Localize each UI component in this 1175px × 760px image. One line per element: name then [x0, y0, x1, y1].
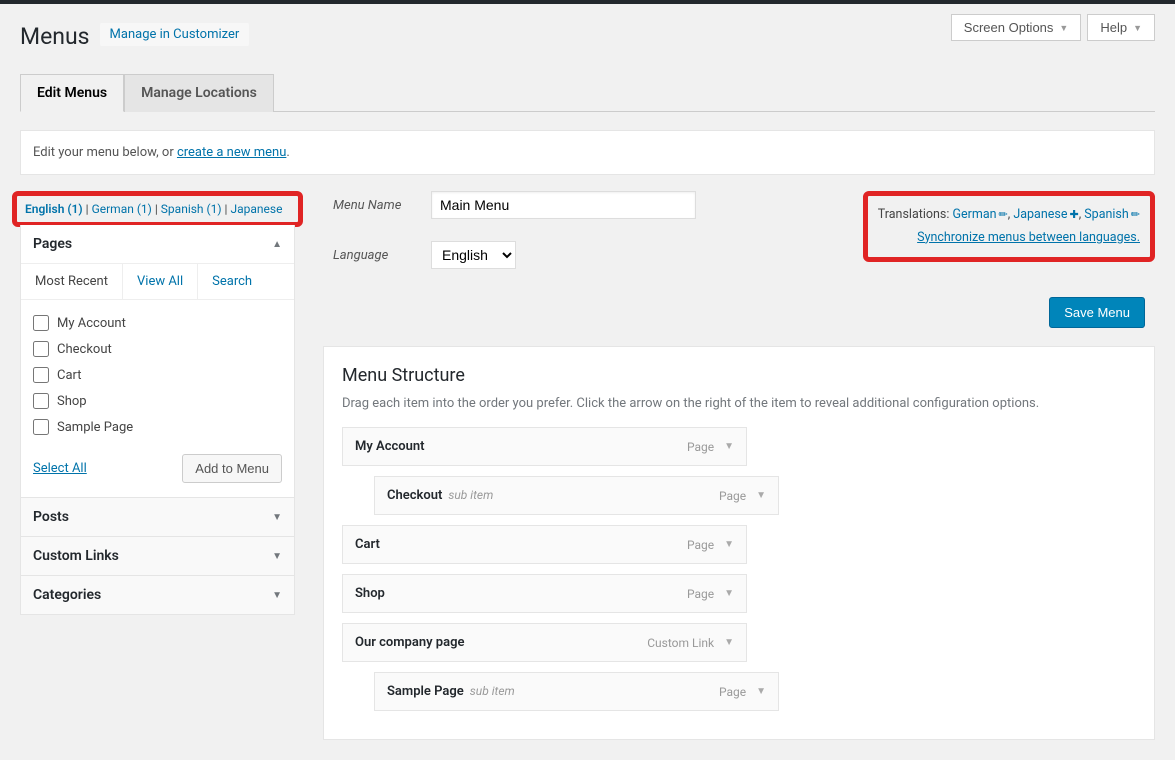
list-item: Checkout — [33, 336, 282, 362]
page-checkbox[interactable] — [33, 341, 49, 357]
manage-menus-notice: Edit your menu below, or create a new me… — [20, 130, 1155, 175]
accordion-pages-label: Pages — [33, 236, 72, 252]
page-checkbox[interactable] — [33, 393, 49, 409]
chevron-down-icon: ▼ — [1059, 23, 1068, 33]
plus-icon: ✚ — [1069, 205, 1078, 225]
menu-name-input[interactable] — [431, 191, 696, 219]
menu-item-label: Shop — [355, 586, 385, 601]
nav-tabs: Edit Menus Manage Locations — [20, 74, 1155, 112]
page-title: Menus — [20, 14, 90, 54]
pencil-icon: ✏ — [999, 205, 1008, 225]
chevron-down-icon: ▼ — [1133, 23, 1142, 33]
menu-settings-bar: Menu Name Translations: German✏, Japanes… — [323, 191, 1155, 342]
accordion-categories-header[interactable]: Categories ▼ — [21, 575, 294, 614]
pages-tab-view-all[interactable]: View All — [123, 264, 198, 299]
chevron-down-icon[interactable]: ▼ — [724, 588, 734, 599]
add-to-menu-button[interactable]: Add to Menu — [182, 454, 282, 483]
chevron-down-icon[interactable]: ▼ — [724, 539, 734, 550]
list-item: My Account — [33, 310, 282, 336]
menu-structure-desc: Drag each item into the order you prefer… — [342, 396, 1136, 411]
list-item: Cart — [33, 362, 282, 388]
page-item-label: Cart — [57, 368, 82, 383]
accordion-custom-links-label: Custom Links — [33, 548, 119, 564]
sub-item-tag: sub item — [448, 488, 493, 502]
tab-manage-locations[interactable]: Manage Locations — [124, 74, 274, 112]
accordion-pages-header[interactable]: Pages ▲ — [21, 225, 294, 263]
page-item-label: Sample Page — [57, 420, 133, 435]
translation-japanese-link[interactable]: Japanese✚ — [1013, 207, 1078, 222]
chevron-up-icon: ▲ — [272, 239, 282, 250]
language-label: Language — [333, 248, 413, 263]
select-all-link[interactable]: Select All — [33, 461, 87, 476]
lang-german[interactable]: German (1) — [92, 202, 152, 216]
chevron-down-icon[interactable]: ▼ — [724, 637, 734, 648]
menu-item-type: Page — [719, 685, 746, 699]
page-header: Menus Manage in Customizer Screen Option… — [20, 14, 1155, 54]
menu-item-label: My Account — [355, 439, 425, 454]
accordion-categories-label: Categories — [33, 587, 101, 603]
menu-item-label: Our company page — [355, 635, 464, 650]
pages-list: My Account Checkout Cart Shop Sample Pag… — [33, 310, 282, 440]
language-select[interactable]: English — [431, 241, 516, 269]
menu-item[interactable]: Cart Page ▼ — [342, 525, 747, 564]
translation-german-link[interactable]: German✏ — [953, 207, 1008, 222]
page-item-label: Shop — [57, 394, 87, 409]
menu-item-label: Checkoutsub item — [387, 488, 493, 503]
menu-item-type: Page — [719, 489, 746, 503]
menu-item[interactable]: Our company page Custom Link ▼ — [342, 623, 747, 662]
menu-item[interactable]: Checkoutsub item Page ▼ — [374, 476, 779, 515]
menu-structure-title: Menu Structure — [342, 365, 1136, 386]
notice-suffix: . — [286, 145, 289, 160]
menu-item-type: Page — [687, 587, 714, 601]
menu-item[interactable]: Sample Pagesub item Page ▼ — [374, 672, 779, 711]
menu-items-list: My AccountPage▼Checkoutsub itemPage▼Cart… — [342, 427, 1136, 711]
language-switcher: English (1) | German (1) | Spanish (1) |… — [17, 196, 298, 222]
accordion-pages-body: Most Recent View All Search My Account C… — [21, 263, 294, 497]
translations-label: Translations: — [878, 207, 953, 222]
menu-structure-panel: ↖ Menu Structure Drag each item into the… — [323, 346, 1155, 740]
lang-japanese[interactable]: Japanese — [230, 202, 282, 216]
translation-spanish-link[interactable]: Spanish✏ — [1084, 207, 1140, 222]
chevron-down-icon: ▼ — [272, 590, 282, 601]
page-checkbox[interactable] — [33, 419, 49, 435]
page-checkbox[interactable] — [33, 315, 49, 331]
accordion-custom-links-header[interactable]: Custom Links ▼ — [21, 536, 294, 575]
create-new-menu-link[interactable]: create a new menu — [177, 145, 286, 160]
page-checkbox[interactable] — [33, 367, 49, 383]
pages-tab-recent[interactable]: Most Recent — [21, 264, 123, 299]
lang-english[interactable]: English (1) — [25, 202, 83, 216]
menu-item-type: Custom Link — [647, 636, 714, 650]
accordion-posts-label: Posts — [33, 509, 69, 525]
chevron-down-icon: ▼ — [272, 512, 282, 523]
chevron-down-icon[interactable]: ▼ — [724, 441, 734, 452]
accordion-posts-header[interactable]: Posts ▼ — [21, 497, 294, 536]
save-menu-button[interactable]: Save Menu — [1049, 297, 1145, 328]
pages-tab-search[interactable]: Search — [198, 264, 266, 299]
help-button[interactable]: Help ▼ — [1087, 14, 1155, 41]
tab-edit-menus[interactable]: Edit Menus — [20, 74, 124, 112]
chevron-down-icon[interactable]: ▼ — [756, 686, 766, 697]
chevron-down-icon[interactable]: ▼ — [756, 490, 766, 501]
screen-options-label: Screen Options — [964, 20, 1054, 35]
help-label: Help — [1100, 20, 1127, 35]
menu-name-label: Menu Name — [333, 198, 413, 213]
chevron-down-icon: ▼ — [272, 551, 282, 562]
menu-item[interactable]: Shop Page ▼ — [342, 574, 747, 613]
menu-item[interactable]: My Account Page ▼ — [342, 427, 747, 466]
add-items-accordion: Pages ▲ Most Recent View All Search My A… — [20, 225, 295, 615]
lang-spanish[interactable]: Spanish (1) — [161, 202, 222, 216]
menu-item-label: Sample Pagesub item — [387, 684, 515, 699]
page-item-label: Checkout — [57, 342, 112, 357]
page-item-label: My Account — [57, 316, 126, 331]
notice-prefix: Edit your menu below, or — [33, 145, 177, 160]
pencil-icon: ✏ — [1131, 205, 1140, 225]
manage-in-customizer-link[interactable]: Manage in Customizer — [100, 23, 250, 46]
sub-item-tag: sub item — [470, 684, 515, 698]
menu-item-type: Page — [687, 440, 714, 454]
screen-options-button[interactable]: Screen Options ▼ — [951, 14, 1082, 41]
list-item: Sample Page — [33, 414, 282, 440]
menu-item-label: Cart — [355, 537, 380, 552]
list-item: Shop — [33, 388, 282, 414]
menu-item-type: Page — [687, 538, 714, 552]
